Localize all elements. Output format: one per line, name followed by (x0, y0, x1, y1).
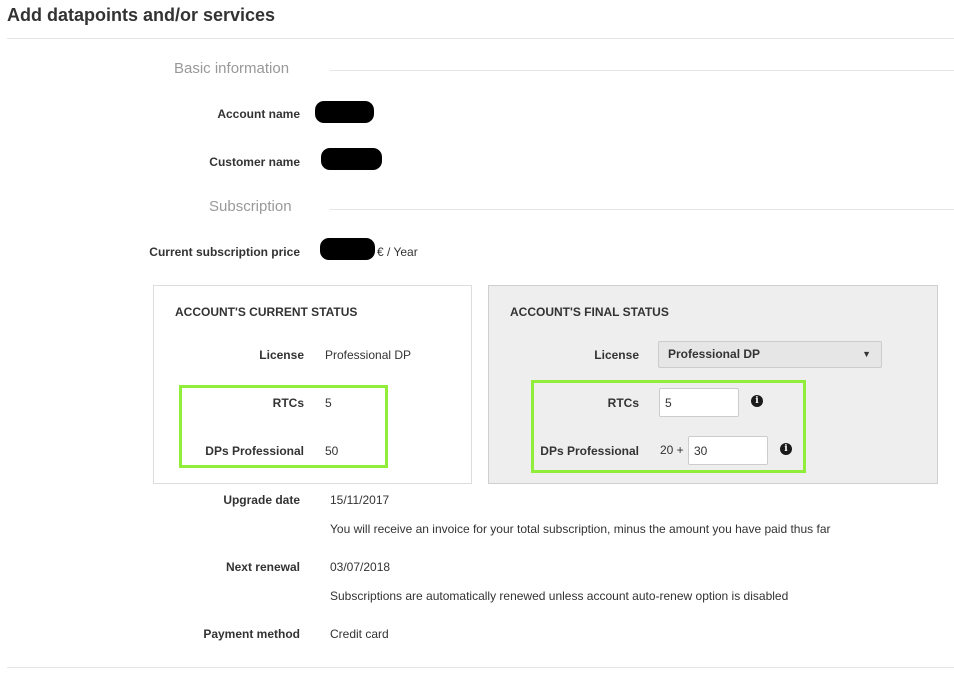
subscription-price-suffix: € / Year (377, 245, 418, 259)
chevron-down-icon: ▼ (862, 349, 871, 359)
page-title: Add datapoints and/or services (7, 5, 276, 25)
payment-method-value: Credit card (330, 627, 389, 641)
final-dps-label: DPs Professional (540, 444, 639, 458)
account-name-label: Account name (217, 107, 300, 121)
next-renewal-label: Next renewal (225, 560, 300, 574)
basic-information-title: Basic information (174, 60, 290, 77)
rtcs-input[interactable] (659, 388, 739, 417)
title-divider (7, 38, 954, 39)
final-dps-prefix: 20 + (660, 443, 684, 457)
current-status-heading: ACCOUNT'S CURRENT STATUS (175, 305, 358, 319)
current-license-value: Professional DP (325, 348, 412, 362)
renewal-note: Subscriptions are automatically renewed … (330, 589, 789, 603)
upgrade-date-value: 15/11/2017 (330, 493, 390, 507)
final-rtcs-label: RTCs (607, 396, 639, 410)
dps-professional-input[interactable] (688, 436, 768, 465)
subscription-price-redacted (320, 238, 375, 260)
license-select-value: Professional DP (668, 347, 761, 361)
subscription-price-label: Current subscription price (149, 245, 300, 259)
payment-method-label: Payment method (203, 627, 300, 641)
upgrade-note: You will receive an invoice for your tot… (330, 522, 831, 536)
final-license-label: License (594, 348, 639, 362)
customer-name-label: Customer name (209, 155, 300, 169)
current-rtcs-value: 5 (325, 396, 332, 410)
current-license-label: License (259, 348, 304, 362)
basic-information-divider (330, 70, 954, 71)
license-select[interactable]: Professional DP ▼ (658, 341, 882, 368)
dps-info-icon[interactable]: i (780, 443, 792, 455)
bottom-divider (7, 667, 954, 668)
subscription-title: Subscription (209, 198, 292, 215)
subscription-divider (330, 209, 954, 210)
current-rtcs-label: RTCs (272, 396, 304, 410)
final-status-heading: ACCOUNT'S FINAL STATUS (510, 305, 669, 319)
customer-name-redacted (321, 148, 382, 170)
account-name-redacted (315, 101, 374, 123)
next-renewal-value: 03/07/2018 (330, 560, 391, 574)
current-dps-value: 50 (325, 444, 339, 458)
upgrade-date-label: Upgrade date (223, 493, 300, 507)
rtcs-info-icon[interactable]: i (751, 395, 763, 407)
current-dps-label: DPs Professional (205, 444, 304, 458)
